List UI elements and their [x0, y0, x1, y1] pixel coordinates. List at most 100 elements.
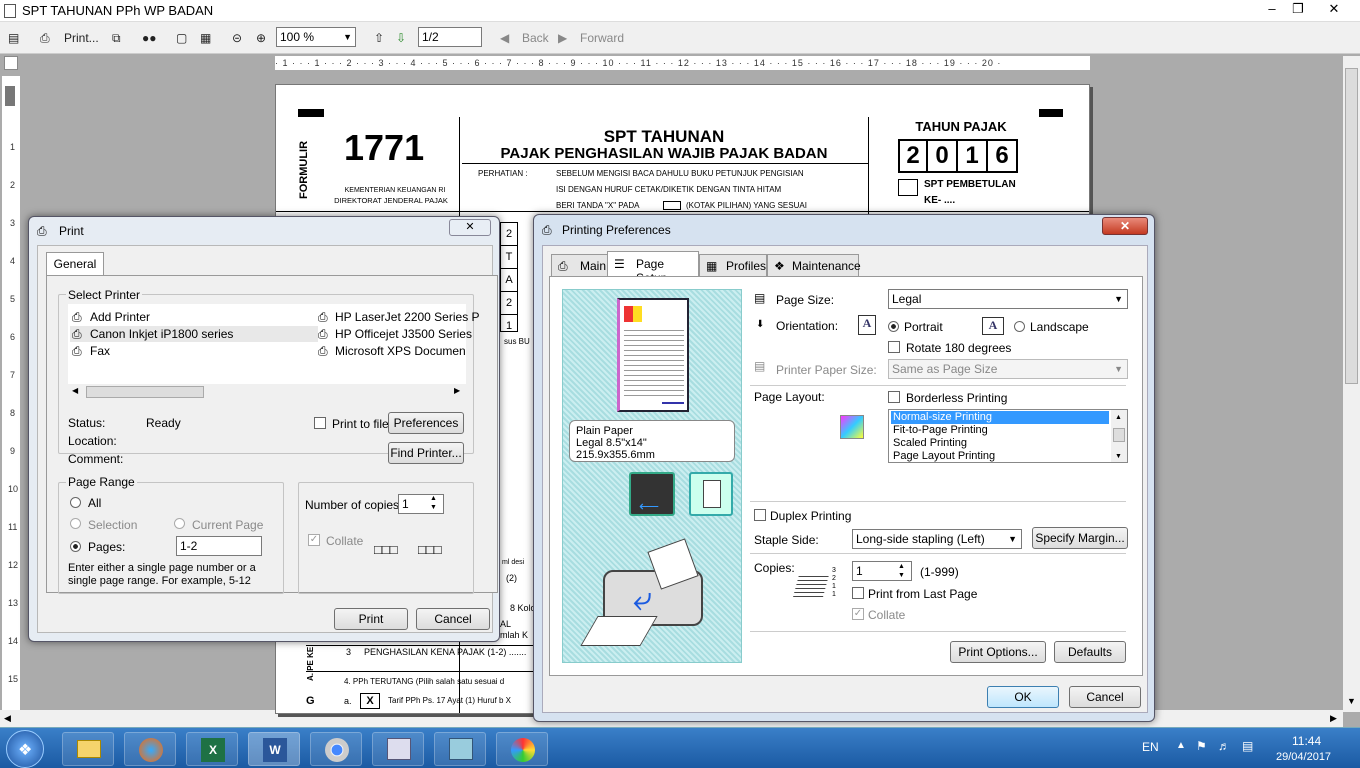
collate-checkbox: ✓: [308, 534, 320, 546]
layout-option[interactable]: Fit-to-Page Printing: [889, 424, 1127, 437]
excel-taskbar-icon[interactable]: X: [186, 732, 238, 766]
pages-radio[interactable]: [70, 541, 81, 552]
list-icon[interactable]: ▤: [8, 28, 19, 48]
firefox-taskbar-icon[interactable]: [124, 732, 176, 766]
multi-page-icon[interactable]: ▦: [200, 28, 211, 48]
copies-input[interactable]: 1: [398, 494, 444, 514]
volume-icon[interactable]: ♬: [1218, 739, 1230, 753]
ruler-tick: 8: [10, 408, 16, 418]
explorer-taskbar-icon[interactable]: [62, 732, 114, 766]
add-printer-icon: ⎙: [72, 310, 82, 324]
layout-option[interactable]: Scaled Printing: [889, 437, 1127, 450]
paint-taskbar-icon[interactable]: [496, 732, 548, 766]
close-button[interactable]: ✕: [1102, 217, 1148, 235]
tab-page-setup[interactable]: ☰Page Setup: [607, 251, 699, 285]
action-center-icon[interactable]: ⚑: [1196, 739, 1207, 753]
page-up-icon[interactable]: ⇧: [374, 28, 384, 48]
print-last-checkbox[interactable]: [852, 587, 864, 599]
layout-list-scrollbar[interactable]: ▲ ▼: [1111, 410, 1127, 462]
defaults-button[interactable]: Defaults: [1054, 641, 1126, 663]
find-icon[interactable]: ●●: [142, 28, 157, 48]
zoom-out-icon[interactable]: ⊝: [232, 28, 242, 48]
chrome-taskbar-icon[interactable]: [310, 732, 362, 766]
network-icon[interactable]: ▤: [1242, 739, 1253, 753]
tab-profiles[interactable]: ▦ Profiles: [699, 254, 767, 276]
tray-expand-icon[interactable]: ▲: [1176, 740, 1186, 751]
find-printer-button[interactable]: Find Printer...: [388, 442, 464, 464]
printer-item[interactable]: Fax: [90, 344, 110, 358]
scroll-down-icon[interactable]: ▼: [1347, 696, 1356, 706]
scroll-left-icon[interactable]: ◀: [72, 386, 78, 395]
copies-spinner-icon[interactable]: ▲ ▼: [898, 562, 905, 580]
printer-icon[interactable]: ⎙: [40, 28, 50, 48]
layout-option[interactable]: Normal-size Printing: [891, 411, 1109, 424]
page-number-input[interactable]: 1/2: [418, 27, 482, 47]
scroll-down-icon[interactable]: ▼: [1115, 450, 1122, 462]
landscape-radio[interactable]: [1014, 321, 1025, 332]
printer-item[interactable]: Canon Inkjet iP1800 series: [90, 327, 233, 341]
scroll-up-icon[interactable]: ▲: [1115, 411, 1122, 424]
ruler-tick: 5: [10, 294, 16, 304]
borderless-checkbox[interactable]: [888, 391, 900, 403]
preferences-button[interactable]: Preferences: [388, 412, 464, 434]
word-taskbar-icon[interactable]: W: [248, 732, 300, 766]
print-button[interactable]: Print: [334, 608, 408, 630]
scroll-right-icon[interactable]: ▶: [1330, 713, 1337, 724]
page-layout-list[interactable]: Normal-size Printing Fit-to-Page Printin…: [888, 409, 1128, 463]
rotate-checkbox[interactable]: [888, 341, 900, 353]
start-button[interactable]: ❖: [6, 730, 44, 768]
scrollbar-thumb[interactable]: [1345, 68, 1358, 384]
print-options-button[interactable]: Print Options...: [950, 641, 1046, 663]
printer-item[interactable]: Add Printer: [90, 310, 150, 324]
page-range-hint: Enter either a single page number or a s…: [68, 562, 256, 587]
chevron-down-icon: ▼: [1008, 534, 1017, 544]
layout-option[interactable]: Page Layout Printing: [889, 450, 1127, 462]
single-page-icon[interactable]: ▢: [176, 28, 187, 48]
copy-icon[interactable]: ⧉: [112, 28, 121, 48]
language-indicator[interactable]: EN: [1142, 740, 1159, 754]
clock-time[interactable]: 11:44: [1292, 734, 1321, 748]
pages-input[interactable]: 1-2: [176, 536, 262, 556]
scroll-left-icon[interactable]: ◀: [4, 713, 11, 724]
tab-main[interactable]: ⎙ Main: [551, 254, 611, 276]
print-to-file-checkbox[interactable]: [314, 417, 326, 429]
printer-item[interactable]: HP LaserJet 2200 Series P: [335, 310, 480, 324]
scrollbar-thumb[interactable]: [86, 386, 204, 398]
vertical-scrollbar[interactable]: ▼: [1343, 56, 1360, 712]
tab-maintenance[interactable]: ❖ Maintenance: [767, 254, 861, 276]
scroll-right-icon[interactable]: ▶: [454, 386, 460, 395]
printer-list-scrollbar[interactable]: ◀ ▶: [68, 384, 466, 400]
print-button[interactable]: Print...: [64, 28, 99, 48]
tahun-pajak-label: TAHUN PAJAK: [915, 119, 1007, 134]
ok-button[interactable]: OK: [987, 686, 1059, 708]
page-size-select[interactable]: Legal ▼: [888, 289, 1128, 309]
copies-spinner-icon[interactable]: ▲ ▼: [430, 494, 437, 512]
close-button[interactable]: ✕: [1320, 0, 1348, 18]
all-radio[interactable]: [70, 497, 81, 508]
printer-item[interactable]: HP Officejet J3500 Series: [335, 327, 472, 341]
cancel-button[interactable]: Cancel: [416, 608, 490, 630]
zoom-in-icon[interactable]: ⊕: [256, 28, 266, 48]
back-button[interactable]: Back: [522, 28, 549, 48]
divider: [750, 553, 1126, 554]
forward-button[interactable]: Forward: [580, 28, 624, 48]
control-panel-taskbar-icon[interactable]: [434, 732, 486, 766]
grid-cell: 1: [505, 320, 513, 332]
cancel-button[interactable]: Cancel: [1069, 686, 1141, 708]
maximize-button[interactable]: ❐: [1284, 0, 1312, 18]
year-digit: 1: [958, 139, 988, 173]
tab-general[interactable]: General: [46, 252, 104, 276]
zoom-select[interactable]: 100 % ▼: [276, 27, 356, 47]
specify-margin-button[interactable]: Specify Margin...: [1032, 527, 1128, 549]
printer-item[interactable]: Microsoft XPS Documen: [335, 344, 466, 358]
close-button[interactable]: ✕: [449, 219, 491, 236]
printer-list[interactable]: ⎙ Add Printer ⎙ Canon Inkjet iP1800 seri…: [68, 304, 480, 400]
clock-date[interactable]: 29/04/2017: [1276, 751, 1331, 763]
scrollbar-thumb[interactable]: [1113, 428, 1125, 442]
duplex-checkbox[interactable]: [754, 509, 766, 521]
page-down-icon[interactable]: ⇩: [396, 28, 406, 48]
portrait-radio[interactable]: [888, 321, 899, 332]
minimize-button[interactable]: –: [1258, 0, 1286, 18]
staple-side-select[interactable]: Long-side stapling (Left) ▼: [852, 529, 1022, 549]
app-taskbar-icon[interactable]: [372, 732, 424, 766]
